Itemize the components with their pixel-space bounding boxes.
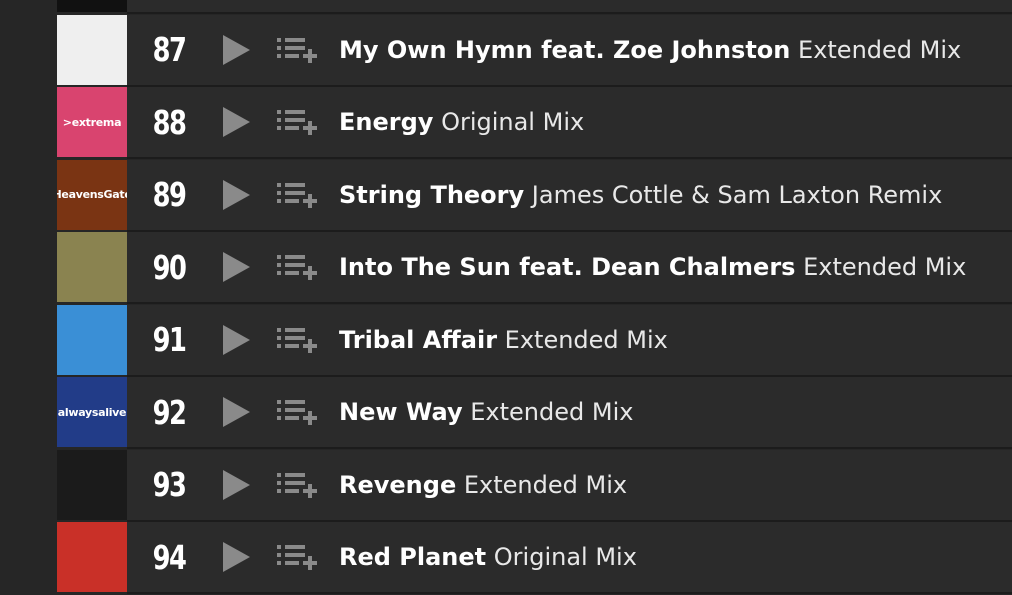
track-title[interactable]: New Way Extended Mix xyxy=(339,398,633,426)
track-title[interactable]: Tribal Affair Extended Mix xyxy=(339,326,668,354)
track-name: Tribal Affair xyxy=(339,325,498,354)
album-art[interactable] xyxy=(57,449,127,520)
play-button[interactable] xyxy=(209,251,263,283)
album-art[interactable] xyxy=(57,522,127,592)
track-number: 87 xyxy=(152,30,187,69)
add-to-queue-button[interactable] xyxy=(263,36,333,64)
track-mix: Extended Mix xyxy=(504,325,668,354)
track-row[interactable]: 94 Red Planet Original Mix xyxy=(57,522,1012,594)
track-mix: Extended Mix xyxy=(798,35,962,64)
add-to-queue-button[interactable] xyxy=(263,471,333,499)
track-mix: Extended Mix xyxy=(463,470,628,499)
track-row[interactable]: 93 Revenge Extended Mix xyxy=(57,449,1012,522)
add-to-queue-button[interactable] xyxy=(263,326,333,354)
track-number: 91 xyxy=(152,320,187,359)
track-mix: Extended Mix xyxy=(470,398,634,426)
track-name: String Theory xyxy=(339,180,525,209)
play-icon xyxy=(223,252,250,282)
album-art-label: alwaysalive xyxy=(57,405,127,419)
play-icon xyxy=(223,107,250,137)
track-number: 89 xyxy=(152,175,187,214)
track-row[interactable]: alwaysalive 92 New Way Extended Mix xyxy=(57,377,1012,449)
album-art[interactable] xyxy=(57,304,127,375)
add-to-queue-icon xyxy=(277,400,317,425)
track-number: 93 xyxy=(152,465,187,504)
play-button[interactable] xyxy=(209,469,263,501)
track-name: My Own Hymn feat. Zoe Johnston xyxy=(339,35,791,64)
track-row[interactable]: 86 xyxy=(57,0,1012,14)
add-to-queue-icon xyxy=(277,255,317,280)
play-button[interactable] xyxy=(209,34,263,66)
track-title[interactable]: Revenge Extended Mix xyxy=(339,471,627,499)
add-to-queue-icon xyxy=(277,37,317,63)
track-name: Into The Sun feat. Dean Chalmers xyxy=(339,253,796,281)
play-icon xyxy=(223,397,250,427)
add-to-queue-icon xyxy=(277,327,317,353)
album-art[interactable]: >extrema xyxy=(57,87,127,157)
add-to-queue-button[interactable] xyxy=(263,253,333,281)
add-to-queue-icon xyxy=(277,472,317,498)
track-row[interactable]: 90 Into The Sun feat. Dean Chalmers Exte… xyxy=(57,232,1012,304)
track-number: 94 xyxy=(152,537,187,577)
track-name: Revenge xyxy=(339,470,457,499)
track-mix: Extended Mix xyxy=(803,253,967,281)
add-to-queue-button[interactable] xyxy=(263,181,333,209)
track-title[interactable]: Into The Sun feat. Dean Chalmers Extende… xyxy=(339,253,966,281)
album-art[interactable] xyxy=(57,0,127,12)
track-mix: Original Mix xyxy=(493,543,637,571)
play-icon xyxy=(223,179,250,210)
album-art[interactable]: HeavensGate xyxy=(57,159,127,230)
play-button[interactable] xyxy=(209,106,263,138)
track-title[interactable]: My Own Hymn feat. Zoe Johnston Extended … xyxy=(339,36,961,64)
add-to-queue-icon xyxy=(277,545,317,570)
track-row[interactable]: 87 My Own Hymn feat. Zoe Johnston Extend… xyxy=(57,14,1012,87)
album-art[interactable] xyxy=(57,14,127,85)
track-title[interactable]: String Theory James Cottle & Sam Laxton … xyxy=(339,181,942,209)
track-mix: Original Mix xyxy=(441,108,585,136)
play-icon xyxy=(223,324,250,355)
track-title[interactable]: Energy Original Mix xyxy=(339,108,584,136)
track-row[interactable]: 91 Tribal Affair Extended Mix xyxy=(57,304,1012,377)
track-row[interactable]: >extrema 88 Energy Original Mix xyxy=(57,87,1012,159)
album-art-label: HeavensGate xyxy=(57,188,127,201)
add-to-queue-icon xyxy=(277,110,317,135)
track-number: 92 xyxy=(152,392,187,432)
play-button[interactable] xyxy=(209,396,263,428)
add-to-queue-button[interactable] xyxy=(263,398,333,426)
play-icon xyxy=(223,542,250,572)
play-icon xyxy=(223,469,250,500)
play-button[interactable] xyxy=(209,179,263,211)
track-title[interactable]: Red Planet Original Mix xyxy=(339,543,637,571)
add-to-queue-icon xyxy=(277,182,317,208)
track-number: 88 xyxy=(152,102,187,142)
play-button[interactable] xyxy=(209,541,263,573)
play-button[interactable] xyxy=(209,324,263,356)
track-mix: James Cottle & Sam Laxton Remix xyxy=(531,180,943,209)
track-list: 86 87 xyxy=(57,0,1012,595)
add-to-queue-button[interactable] xyxy=(263,543,333,571)
track-name: Energy xyxy=(339,108,434,136)
track-row[interactable]: HeavensGate 89 String Theory James Cottl… xyxy=(57,159,1012,232)
album-art[interactable]: alwaysalive xyxy=(57,377,127,447)
play-icon xyxy=(223,34,250,65)
album-art-label: >extrema xyxy=(62,115,122,129)
add-to-queue-button[interactable] xyxy=(263,108,333,136)
album-art[interactable] xyxy=(57,232,127,302)
track-number: 90 xyxy=(152,247,187,287)
track-name: New Way xyxy=(339,398,463,426)
track-name: Red Planet xyxy=(339,543,487,571)
